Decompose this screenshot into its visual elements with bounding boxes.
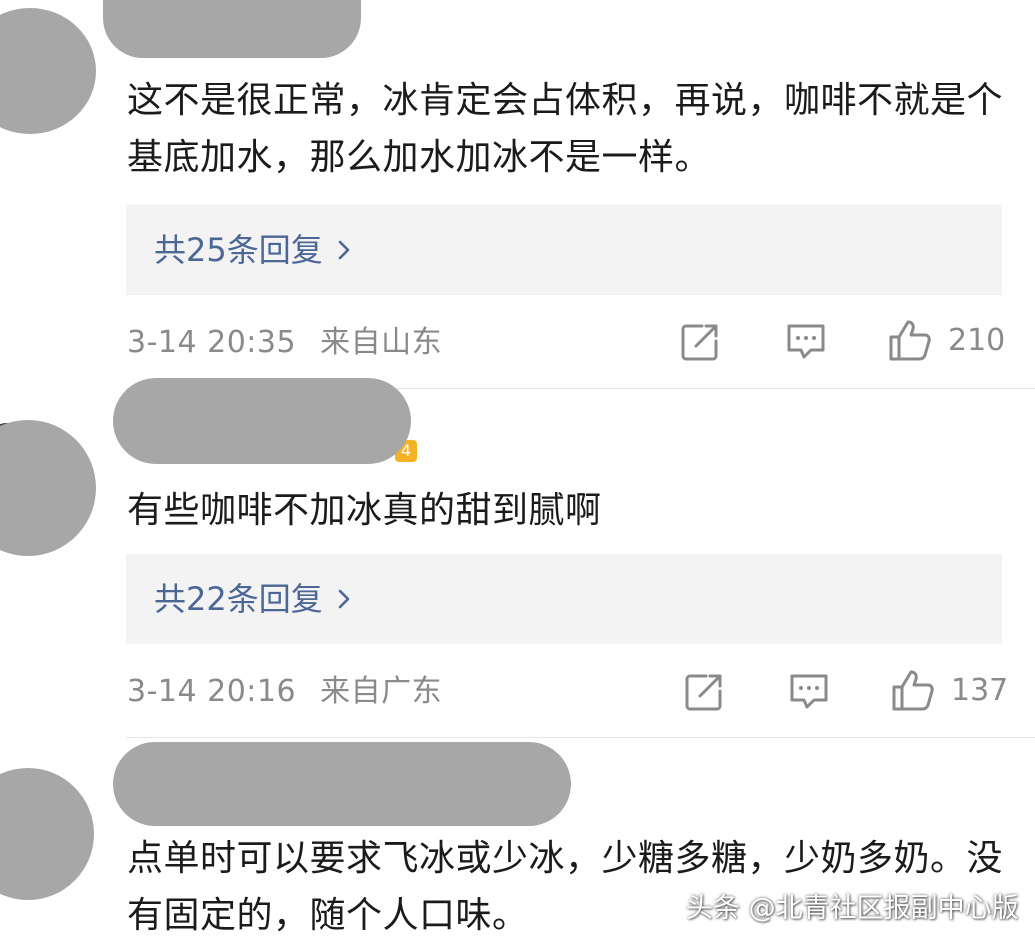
replies-count-label: 共22条回复: [154, 580, 323, 618]
avatar[interactable]: [0, 768, 94, 900]
comment-divider: [126, 737, 1035, 738]
chevron-right-icon: [338, 589, 350, 609]
avatar[interactable]: [0, 420, 96, 556]
comment-timestamp: 3-14 20:16: [127, 674, 297, 709]
share-edit-icon: [685, 674, 722, 711]
repost-button[interactable]: [680, 322, 720, 362]
replies-count-label: 共25条回复: [154, 231, 323, 269]
comment-button[interactable]: [785, 322, 827, 362]
username-redacted[interactable]: [113, 742, 571, 826]
comment-button[interactable]: [788, 672, 830, 712]
like-button[interactable]: 210: [888, 318, 1005, 362]
comment-timestamp: 3-14 20:35: [127, 325, 297, 360]
avatar[interactable]: [0, 8, 96, 134]
like-count: 137: [951, 672, 1009, 708]
chevron-right-icon: [338, 240, 350, 260]
comment-location: 来自山东: [320, 325, 443, 360]
comment-body: 有些咖啡不加冰真的甜到腻啊: [127, 490, 602, 531]
thumbs-up-icon: [892, 670, 934, 711]
comment-meta: 3-14 20:35 来自山东: [127, 323, 442, 363]
view-replies-link[interactable]: 共22条回复: [154, 578, 351, 620]
like-button[interactable]: 137: [891, 668, 1008, 712]
view-replies-link[interactable]: 共25条回复: [154, 229, 351, 271]
username-redacted[interactable]: [113, 378, 411, 464]
comment-bubble-icon: [787, 324, 825, 359]
comment-location: 来自广东: [320, 674, 443, 709]
watermark: 头条 @北青社区报副中心版: [686, 893, 1019, 924]
comment-body: 这不是很正常，冰肯定会占体积，再说，咖啡不就是个基底加水，那么加水加冰不是一样。: [127, 80, 1004, 178]
comment-thread: 这不是很正常，冰肯定会占体积，再说，咖啡不就是个基底加水，那么加水加冰不是一样。…: [0, 0, 1035, 945]
comment-bubble-icon: [790, 674, 828, 709]
replies-box[interactable]: 共22条回复: [126, 554, 1002, 644]
replies-box[interactable]: 共25条回复: [126, 205, 1002, 295]
share-edit-icon: [681, 324, 718, 361]
comment-meta: 3-14 20:16 来自广东: [127, 672, 442, 712]
like-count: 210: [948, 322, 1006, 358]
thumbs-up-icon: [889, 320, 931, 361]
repost-button[interactable]: [684, 672, 724, 712]
username-redacted[interactable]: [103, 0, 361, 58]
